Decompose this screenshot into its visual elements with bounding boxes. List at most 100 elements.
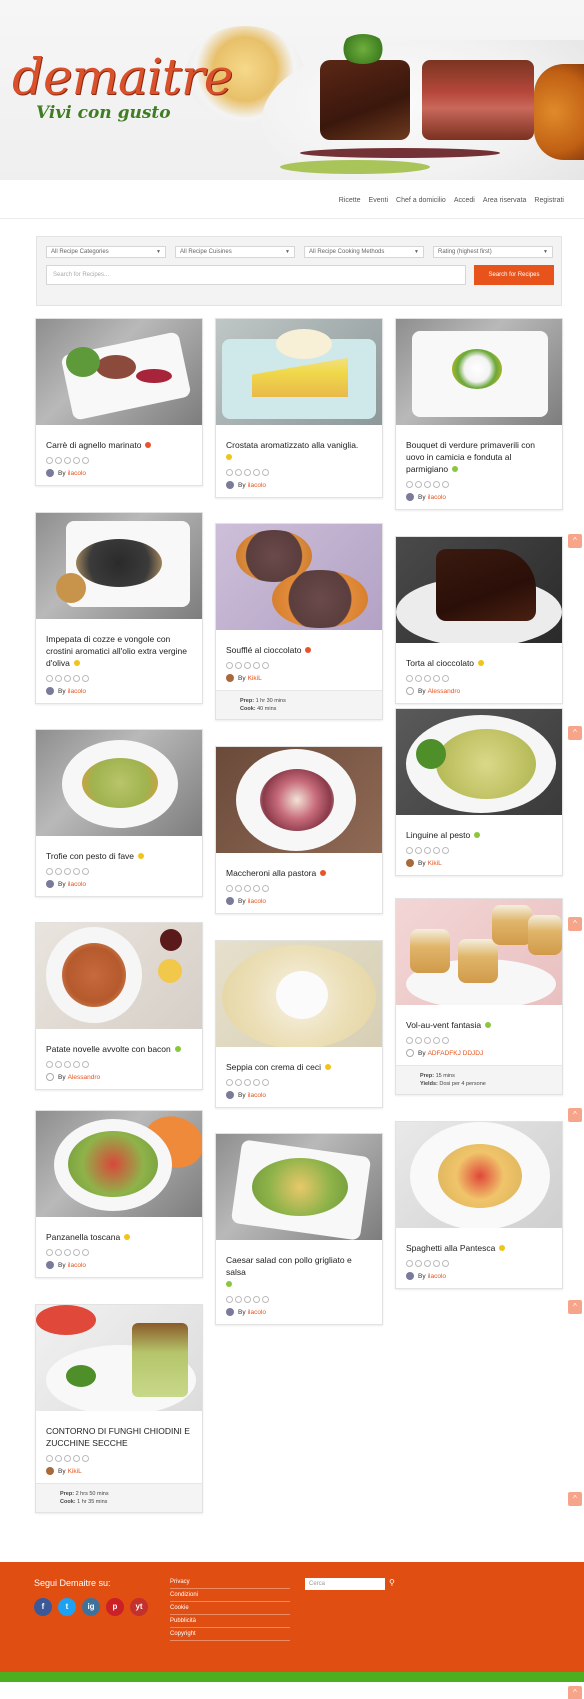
recipe-title[interactable]: Bouquet di verdure primaverili con uovo …	[406, 439, 552, 475]
author-link[interactable]: ilacolo	[248, 482, 266, 489]
recipe-title[interactable]: Trofie con pesto di fave	[46, 850, 192, 862]
recipe-image[interactable]	[36, 1111, 202, 1217]
recipe-image[interactable]	[396, 709, 562, 815]
author-link[interactable]: ilacolo	[68, 881, 86, 888]
pinterest-icon[interactable]: p	[106, 1598, 124, 1616]
recipe-card[interactable]: Maccheroni alla pastora By ilacolo	[215, 746, 383, 914]
recipe-image[interactable]	[396, 1122, 562, 1228]
nav-item-chef[interactable]: Chef a domicilio	[396, 197, 446, 204]
recipe-image[interactable]	[36, 923, 202, 1029]
scroll-top-button[interactable]: ^	[568, 534, 582, 548]
scroll-top-button[interactable]: ^	[568, 1686, 582, 1699]
footer-link-copyright[interactable]: Copyright	[170, 1628, 290, 1641]
recipe-title[interactable]: Spaghetti alla Pantesca	[406, 1242, 552, 1254]
search-recipes-button[interactable]: Search for Recipes	[474, 265, 554, 285]
author-link[interactable]: ilacolo	[248, 1092, 266, 1099]
recipe-title[interactable]: Soufflé al cioccolato	[226, 644, 372, 656]
recipe-image[interactable]	[216, 319, 382, 425]
author-link[interactable]: ilacolo	[428, 1273, 446, 1280]
author-link[interactable]: Alessandro	[428, 688, 461, 695]
author-link[interactable]: Alessandro	[68, 1074, 101, 1081]
author-link[interactable]: KikiL	[248, 675, 262, 682]
youtube-icon[interactable]: yt	[130, 1598, 148, 1616]
rating-stars[interactable]	[46, 1249, 192, 1256]
recipe-title[interactable]: Maccheroni alla pastora	[226, 867, 372, 879]
recipe-card[interactable]: Seppia con crema di ceci By ilacolo	[215, 940, 383, 1108]
recipe-card[interactable]: Soufflé al cioccolato By KikiL Prep: 1 hr…	[215, 523, 383, 720]
footer-link-pubblicita[interactable]: Pubblicità	[170, 1615, 290, 1628]
scroll-top-button[interactable]: ^	[568, 1108, 582, 1122]
recipe-card[interactable]: Impepata di cozze e vongole con crostini…	[35, 512, 203, 704]
recipe-card[interactable]: Vol-au-vent fantasia By ADFADFKJ DDJDJ Pr…	[395, 898, 563, 1095]
recipe-title[interactable]: CONTORNO DI FUNGHI CHIODINI E ZUCCHINE S…	[46, 1425, 192, 1449]
recipe-image[interactable]	[216, 747, 382, 853]
scroll-top-button[interactable]: ^	[568, 726, 582, 740]
rating-stars[interactable]	[406, 847, 552, 854]
recipe-title[interactable]: Caesar salad con pollo grigliato e salsa	[226, 1254, 372, 1290]
author-link[interactable]: ilacolo	[68, 1262, 86, 1269]
category-select[interactable]: All Recipe Categories ▼	[46, 246, 166, 258]
recipe-image[interactable]	[216, 941, 382, 1047]
footer-link-condizioni[interactable]: Condizioni	[170, 1589, 290, 1602]
recipe-title[interactable]: Vol-au-vent fantasia	[406, 1019, 552, 1031]
recipe-image[interactable]	[396, 319, 562, 425]
recipe-card[interactable]: Torta al cioccolato By Alessandro	[395, 536, 563, 704]
rating-stars[interactable]	[406, 481, 552, 488]
author-link[interactable]: KikiL	[428, 860, 442, 867]
recipe-image[interactable]	[36, 319, 202, 425]
recipe-image[interactable]	[216, 524, 382, 630]
rating-stars[interactable]	[46, 675, 192, 682]
scroll-top-button[interactable]: ^	[568, 1300, 582, 1314]
recipe-card[interactable]: Carrè di agnello marinato By ilacolo	[35, 318, 203, 486]
rating-stars[interactable]	[406, 675, 552, 682]
twitter-icon[interactable]: t	[58, 1598, 76, 1616]
rating-stars[interactable]	[226, 1296, 372, 1303]
rating-stars[interactable]	[406, 1037, 552, 1044]
rating-stars[interactable]	[226, 662, 372, 669]
nav-item-registrati[interactable]: Registrati	[534, 197, 564, 204]
recipe-card[interactable]: Crostata aromatizzato alla vaniglia. By i…	[215, 318, 383, 498]
recipe-card[interactable]: Panzanella toscana By ilacolo	[35, 1110, 203, 1278]
author-link[interactable]: ilacolo	[68, 688, 86, 695]
recipe-title[interactable]: Carrè di agnello marinato	[46, 439, 192, 451]
scroll-top-button[interactable]: ^	[568, 917, 582, 931]
recipe-image[interactable]	[36, 1305, 202, 1411]
recipe-title[interactable]: Torta al cioccolato	[406, 657, 552, 669]
author-link[interactable]: ilacolo	[428, 494, 446, 501]
search-icon[interactable]: ⚲	[389, 1578, 395, 1587]
scroll-top-button[interactable]: ^	[568, 1492, 582, 1506]
nav-item-accedi[interactable]: Accedi	[454, 197, 475, 204]
method-select[interactable]: All Recipe Cooking Methods ▼	[304, 246, 424, 258]
nav-item-ricette[interactable]: Ricette	[339, 197, 361, 204]
recipe-title[interactable]: Seppia con crema di ceci	[226, 1061, 372, 1073]
recipe-title[interactable]: Panzanella toscana	[46, 1231, 192, 1243]
author-link[interactable]: ADFADFKJ DDJDJ	[428, 1050, 484, 1057]
footer-search-input[interactable]: Cerca	[305, 1578, 385, 1590]
rating-stars[interactable]	[46, 1061, 192, 1068]
recipe-card[interactable]: Bouquet di verdure primaverili con uovo …	[395, 318, 563, 510]
recipe-title[interactable]: Impepata di cozze e vongole con crostini…	[46, 633, 192, 669]
rating-stars[interactable]	[226, 1079, 372, 1086]
rating-stars[interactable]	[226, 469, 372, 476]
recipe-card[interactable]: Linguine al pesto By KikiL	[395, 708, 563, 876]
nav-item-eventi[interactable]: Eventi	[369, 197, 388, 204]
rating-stars[interactable]	[46, 868, 192, 875]
recipe-search-input[interactable]: Search for Recipes...	[46, 265, 466, 285]
recipe-image[interactable]	[396, 899, 562, 1005]
nav-item-area-riservata[interactable]: Area riservata	[483, 197, 527, 204]
rating-stars[interactable]	[46, 457, 192, 464]
cuisine-select[interactable]: All Recipe Cuisines ▼	[175, 246, 295, 258]
rating-stars[interactable]	[46, 1455, 192, 1462]
recipe-card[interactable]: Spaghetti alla Pantesca By ilacolo	[395, 1121, 563, 1289]
footer-link-cookie[interactable]: Cookie	[170, 1602, 290, 1615]
site-logo[interactable]: demaitre Vivi con gusto	[12, 52, 233, 124]
instagram-icon[interactable]: ig	[82, 1598, 100, 1616]
recipe-image[interactable]	[36, 513, 202, 619]
footer-link-privacy[interactable]: Privacy	[170, 1576, 290, 1589]
recipe-card[interactable]: Trofie con pesto di fave By ilacolo	[35, 729, 203, 897]
recipe-title[interactable]: Crostata aromatizzato alla vaniglia.	[226, 439, 372, 463]
rating-stars[interactable]	[226, 885, 372, 892]
facebook-icon[interactable]: f	[34, 1598, 52, 1616]
rating-stars[interactable]	[406, 1260, 552, 1267]
recipe-image[interactable]	[36, 730, 202, 836]
